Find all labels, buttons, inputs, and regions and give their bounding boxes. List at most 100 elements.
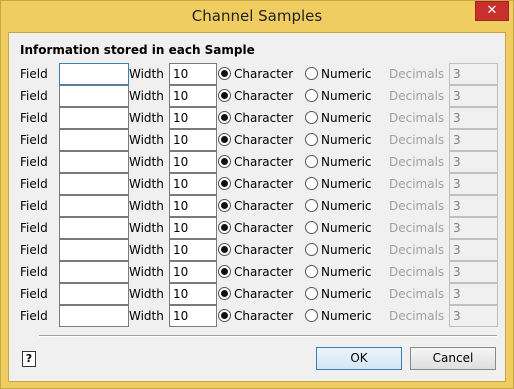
character-radio[interactable] (218, 265, 231, 278)
field-label: Field (20, 67, 48, 81)
numeric-radio[interactable] (305, 309, 318, 322)
numeric-radio[interactable] (305, 287, 318, 300)
field-name-input[interactable] (59, 195, 129, 217)
width-label: Width (129, 67, 164, 81)
width-input[interactable]: 10 (169, 261, 217, 283)
numeric-label[interactable]: Numeric (321, 133, 372, 147)
field-name-input[interactable] (59, 151, 129, 173)
character-radio[interactable] (218, 67, 231, 80)
numeric-label[interactable]: Numeric (321, 155, 372, 169)
numeric-label[interactable]: Numeric (321, 243, 372, 257)
field-name-input[interactable] (59, 217, 129, 239)
numeric-label[interactable]: Numeric (321, 199, 372, 213)
decimals-label: Decimals (389, 243, 445, 257)
character-radio[interactable] (218, 177, 231, 190)
character-radio[interactable] (218, 309, 231, 322)
numeric-label[interactable]: Numeric (321, 89, 372, 103)
character-label[interactable]: Character (234, 309, 293, 323)
decimals-label: Decimals (389, 309, 445, 323)
cancel-button[interactable]: Cancel (410, 347, 496, 370)
character-label[interactable]: Character (234, 221, 293, 235)
numeric-radio[interactable] (305, 89, 318, 102)
numeric-label[interactable]: Numeric (321, 67, 372, 81)
width-input[interactable]: 10 (169, 283, 217, 305)
field-row: Field Width 10 Character Numeric Decimals 3 (9, 173, 507, 195)
numeric-label[interactable]: Numeric (321, 309, 372, 323)
width-label: Width (129, 133, 164, 147)
field-name-input[interactable] (59, 63, 129, 85)
field-row: Field Width 10 Character Numeric Decimals 3 (9, 239, 507, 261)
character-radio[interactable] (218, 287, 231, 300)
field-name-input[interactable] (59, 85, 129, 107)
width-input[interactable]: 10 (169, 85, 217, 107)
character-label[interactable]: Character (234, 243, 293, 257)
width-input[interactable]: 10 (169, 173, 217, 195)
decimals-input: 3 (449, 217, 498, 239)
decimals-input: 3 (449, 261, 498, 283)
width-input[interactable]: 10 (169, 129, 217, 151)
numeric-label[interactable]: Numeric (321, 265, 372, 279)
numeric-label[interactable]: Numeric (321, 221, 372, 235)
width-label: Width (129, 155, 164, 169)
numeric-radio[interactable] (305, 111, 318, 124)
width-input[interactable]: 10 (169, 63, 217, 85)
ok-button[interactable]: OK (316, 347, 402, 370)
decimals-label: Decimals (389, 199, 445, 213)
close-button[interactable]: ✕ (475, 1, 509, 21)
decimals-input: 3 (449, 63, 498, 85)
numeric-label[interactable]: Numeric (321, 177, 372, 191)
character-radio[interactable] (218, 155, 231, 168)
character-label[interactable]: Character (234, 111, 293, 125)
character-radio[interactable] (218, 89, 231, 102)
character-radio[interactable] (218, 221, 231, 234)
character-label[interactable]: Character (234, 265, 293, 279)
width-input[interactable]: 10 (169, 217, 217, 239)
numeric-radio[interactable] (305, 221, 318, 234)
character-label[interactable]: Character (234, 133, 293, 147)
title-bar[interactable]: Channel Samples ✕ (1, 1, 513, 32)
field-name-input[interactable] (59, 239, 129, 261)
numeric-radio[interactable] (305, 243, 318, 256)
field-name-input[interactable] (59, 283, 129, 305)
width-input[interactable]: 10 (169, 305, 217, 327)
help-icon[interactable]: ? (22, 351, 36, 367)
numeric-radio[interactable] (305, 199, 318, 212)
field-name-input[interactable] (59, 129, 129, 151)
numeric-label[interactable]: Numeric (321, 287, 372, 301)
character-label[interactable]: Character (234, 67, 293, 81)
numeric-label[interactable]: Numeric (321, 111, 372, 125)
field-row: Field Width 10 Character Numeric Decimals 3 (9, 261, 507, 283)
width-label: Width (129, 265, 164, 279)
decimals-input: 3 (449, 129, 498, 151)
character-label[interactable]: Character (234, 287, 293, 301)
field-row: Field Width 10 Character Numeric Decimals 3 (9, 195, 507, 217)
field-label: Field (20, 221, 48, 235)
numeric-radio[interactable] (305, 177, 318, 190)
character-radio[interactable] (218, 111, 231, 124)
character-label[interactable]: Character (234, 89, 293, 103)
width-input[interactable]: 10 (169, 195, 217, 217)
width-input[interactable]: 10 (169, 151, 217, 173)
field-name-input[interactable] (59, 305, 129, 327)
character-label[interactable]: Character (234, 177, 293, 191)
dialog-body: Information stored in each Sample Field W… (8, 32, 506, 382)
width-input[interactable]: 10 (169, 107, 217, 129)
width-input[interactable]: 10 (169, 239, 217, 261)
decimals-label: Decimals (389, 265, 445, 279)
character-radio[interactable] (218, 133, 231, 146)
character-label[interactable]: Character (234, 199, 293, 213)
character-radio[interactable] (218, 199, 231, 212)
character-label[interactable]: Character (234, 155, 293, 169)
numeric-radio[interactable] (305, 265, 318, 278)
numeric-radio[interactable] (305, 155, 318, 168)
character-radio[interactable] (218, 243, 231, 256)
field-name-input[interactable] (59, 107, 129, 129)
field-name-input[interactable] (59, 261, 129, 283)
decimals-input: 3 (449, 173, 498, 195)
numeric-radio[interactable] (305, 133, 318, 146)
field-name-input[interactable] (59, 173, 129, 195)
field-label: Field (20, 287, 48, 301)
field-label: Field (20, 177, 48, 191)
numeric-radio[interactable] (305, 67, 318, 80)
field-row: Field Width 10 Character Numeric Decimals 3 (9, 85, 507, 107)
